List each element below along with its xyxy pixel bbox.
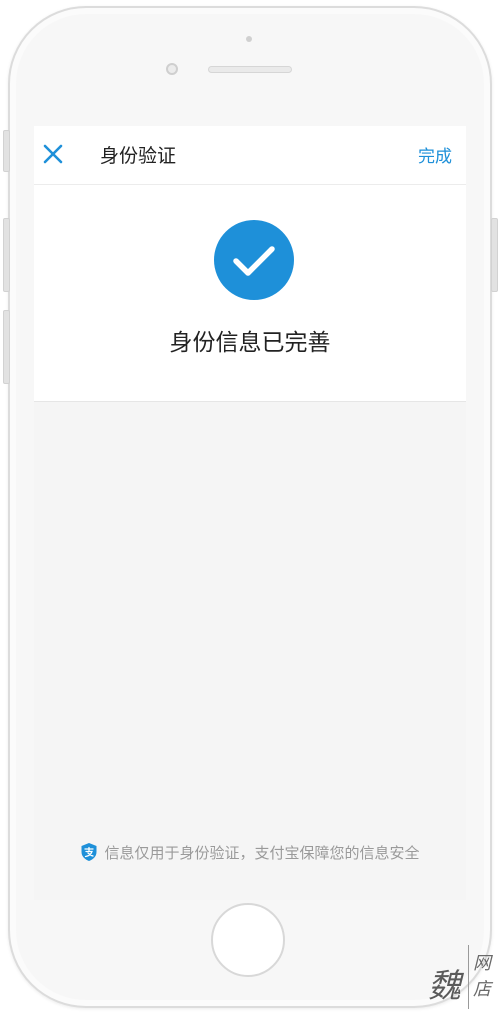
- done-button[interactable]: 完成: [418, 142, 452, 167]
- security-note: 信息仅用于身份验证，支付宝保障您的信息安全: [34, 840, 466, 864]
- home-button[interactable]: [211, 903, 285, 977]
- volume-up-button: [3, 218, 10, 292]
- power-button: [491, 218, 498, 292]
- app-screen: 身份验证 完成 身份信息已完善 信息仅用于身份验证，支付宝保障您的信息安全: [34, 126, 466, 900]
- close-icon[interactable]: [42, 143, 64, 165]
- silent-switch: [3, 130, 10, 172]
- watermark-small-bottom: 店: [473, 979, 491, 1000]
- result-panel: 身份信息已完善: [34, 185, 466, 402]
- proximity-sensor: [246, 36, 252, 42]
- watermark-small-top: 网: [473, 953, 491, 974]
- watermark-logo: 魏 网 店: [426, 945, 498, 1011]
- alipay-shield-icon: [81, 843, 97, 861]
- watermark-divider: [468, 945, 469, 1009]
- watermark-big-char: 魏: [428, 966, 461, 1005]
- page-title: 身份验证: [100, 145, 177, 167]
- volume-down-button: [3, 310, 10, 384]
- success-message: 身份信息已完善: [169, 330, 331, 356]
- earpiece-speaker: [208, 66, 292, 73]
- check-circle-icon: [214, 220, 294, 300]
- navigation-bar: 身份验证 完成: [34, 126, 466, 185]
- security-note-text: 信息仅用于身份验证，支付宝保障您的信息安全: [104, 843, 420, 862]
- front-camera: [166, 63, 178, 75]
